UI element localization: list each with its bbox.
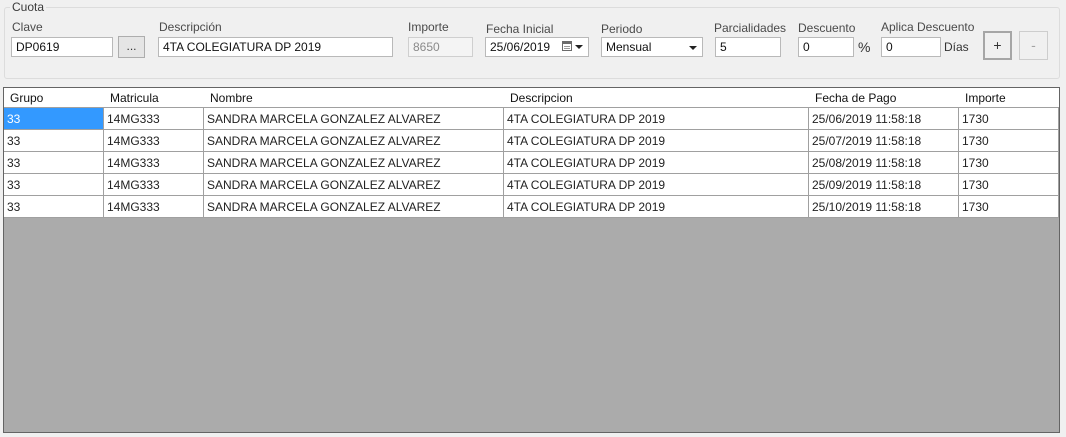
cell-importe[interactable]: 1730 [959,130,1059,152]
cell-fecha-de-pago[interactable]: 25/08/2019 11:58:18 [809,152,959,174]
clave-input[interactable]: DP0619 [11,37,113,57]
column-header-nombre[interactable]: Nombre [204,88,504,107]
cell-descripcion[interactable]: 4TA COLEGIATURA DP 2019 [504,174,809,196]
column-header-descripcion[interactable]: Descripcion [504,88,809,107]
cell-fecha-de-pago[interactable]: 25/07/2019 11:58:18 [809,130,959,152]
cuota-group-title: Cuota [10,0,47,14]
cell-descripcion[interactable]: 4TA COLEGIATURA DP 2019 [504,196,809,218]
descripcion-label: Descripción [159,20,222,34]
cell-grupo[interactable]: 33 [4,196,104,218]
fecha-inicial-label: Fecha Inicial [486,22,554,36]
remove-button[interactable]: - [1019,31,1048,60]
parcialidades-input[interactable]: 5 [715,37,781,57]
cell-matricula[interactable]: 14MG333 [104,130,204,152]
periodo-value: Mensual [606,40,652,54]
grid-header: Grupo Matricula Nombre Descripcion Fecha… [4,88,1059,108]
aplica-descuento-dias-unit: Días [944,40,969,54]
periodo-label: Periodo [601,22,643,36]
clave-label: Clave [12,20,43,34]
cell-matricula[interactable]: 14MG333 [104,174,204,196]
table-row[interactable]: 33 14MG333 SANDRA MARCELA GONZALEZ ALVAREZ… [4,130,1059,152]
cell-importe[interactable]: 1730 [959,174,1059,196]
cell-fecha-de-pago[interactable]: 25/10/2019 11:58:18 [809,196,959,218]
column-header-fecha-de-pago[interactable]: Fecha de Pago [809,88,959,107]
add-button[interactable]: + [983,31,1012,60]
parcialidades-label: Parcialidades [714,21,787,35]
column-header-matricula[interactable]: Matricula [104,88,204,107]
descuento-label: Descuento [798,21,856,35]
column-header-importe[interactable]: Importe [959,88,1059,107]
cell-nombre[interactable]: SANDRA MARCELA GONZALEZ ALVAREZ [204,174,504,196]
fecha-dropdown-chevron-icon[interactable] [575,45,583,49]
aplica-descuento-label: Aplica Descuento [881,20,975,34]
cell-nombre[interactable]: SANDRA MARCELA GONZALEZ ALVAREZ [204,130,504,152]
cell-nombre[interactable]: SANDRA MARCELA GONZALEZ ALVAREZ [204,108,504,130]
cell-descripcion[interactable]: 4TA COLEGIATURA DP 2019 [504,152,809,174]
cell-matricula[interactable]: 14MG333 [104,152,204,174]
clave-browse-button[interactable]: ... [118,36,145,58]
fecha-inicial-picker[interactable]: 25/06/2019 [485,37,589,57]
cell-matricula[interactable]: 14MG333 [104,108,204,130]
cell-descripcion[interactable]: 4TA COLEGIATURA DP 2019 [504,108,809,130]
periodo-chevron-down-icon[interactable] [689,46,697,50]
cell-importe[interactable]: 1730 [959,108,1059,130]
table-row[interactable]: 33 14MG333 SANDRA MARCELA GONZALEZ ALVAREZ… [4,152,1059,174]
cell-nombre[interactable]: SANDRA MARCELA GONZALEZ ALVAREZ [204,152,504,174]
cell-matricula[interactable]: 14MG333 [104,196,204,218]
table-row[interactable]: 33 14MG333 SANDRA MARCELA GONZALEZ ALVAREZ… [4,196,1059,218]
table-row[interactable]: 33 14MG333 SANDRA MARCELA GONZALEZ ALVAREZ… [4,174,1059,196]
payments-grid[interactable]: Grupo Matricula Nombre Descripcion Fecha… [3,87,1060,433]
descuento-input[interactable]: 0 [798,37,854,57]
descuento-percent-unit: % [858,39,871,55]
cell-importe[interactable]: 1730 [959,196,1059,218]
table-row[interactable]: 33 14MG333 SANDRA MARCELA GONZALEZ ALVAREZ… [4,108,1059,130]
calendar-icon[interactable] [562,41,572,51]
cell-grupo[interactable]: 33 [4,152,104,174]
aplica-descuento-input[interactable]: 0 [881,37,941,57]
cell-nombre[interactable]: SANDRA MARCELA GONZALEZ ALVAREZ [204,196,504,218]
cell-descripcion[interactable]: 4TA COLEGIATURA DP 2019 [504,130,809,152]
cell-fecha-de-pago[interactable]: 25/09/2019 11:58:18 [809,174,959,196]
cell-grupo[interactable]: 33 [4,174,104,196]
fecha-inicial-value: 25/06/2019 [490,40,551,54]
cell-fecha-de-pago[interactable]: 25/06/2019 11:58:18 [809,108,959,130]
descripcion-input[interactable]: 4TA COLEGIATURA DP 2019 [158,37,393,57]
periodo-select[interactable]: Mensual [601,37,703,57]
importe-label: Importe [408,20,449,34]
cell-grupo[interactable]: 33 [4,130,104,152]
importe-input: 8650 [408,37,473,57]
cell-importe[interactable]: 1730 [959,152,1059,174]
column-header-grupo[interactable]: Grupo [4,88,104,107]
cell-grupo[interactable]: 33 [4,108,104,130]
